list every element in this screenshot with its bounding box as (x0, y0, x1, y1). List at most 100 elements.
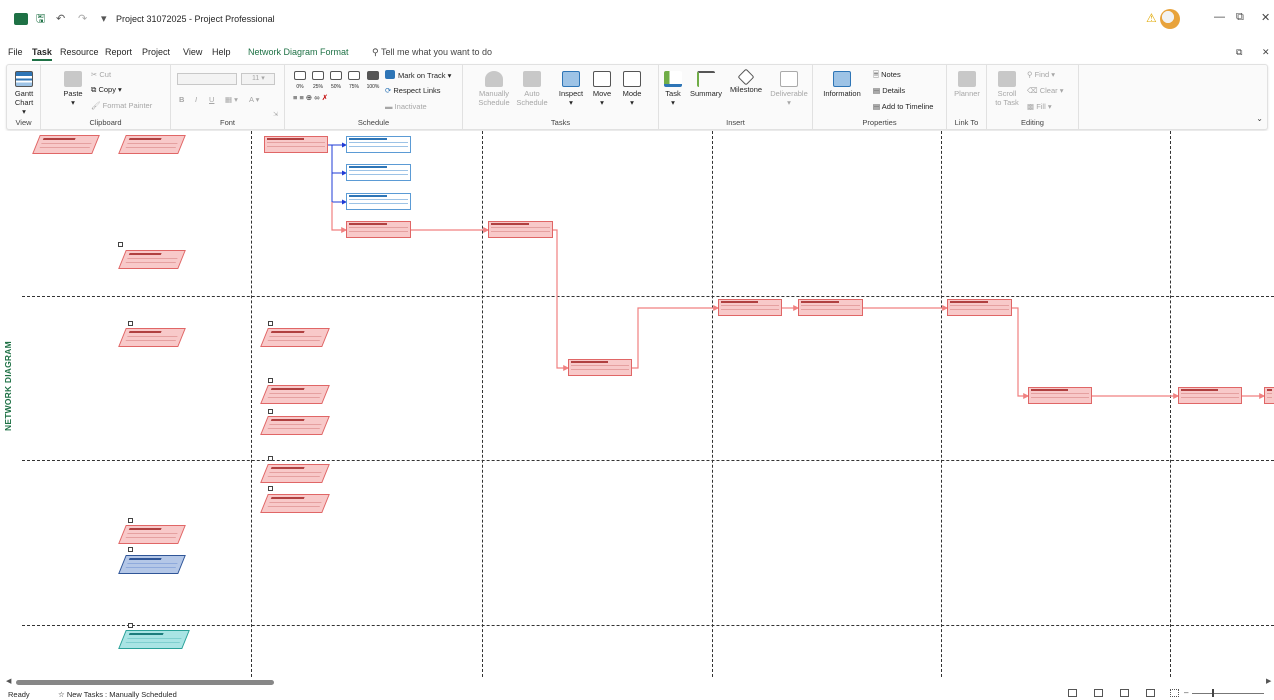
scroll-right-icon[interactable]: ▶ (1266, 677, 1271, 685)
collapse-toggle-icon[interactable] (118, 242, 123, 247)
redo-icon[interactable]: ↷ (78, 12, 87, 26)
mark-on-track-button[interactable]: Mark on Track ▾ (385, 70, 451, 80)
collapse-toggle-icon[interactable] (128, 518, 133, 523)
horizontal-scrollbar[interactable]: ◀ ▶ (0, 677, 1274, 687)
avatar[interactable] (1160, 9, 1180, 29)
undo-icon[interactable]: ↶ (56, 12, 65, 26)
warning-icon[interactable]: ⚠ (1146, 11, 1157, 25)
underline-button[interactable]: U (209, 95, 214, 104)
summary-task-node[interactable] (118, 328, 186, 347)
indent-icon[interactable]: ≡ ≡ ⊕ ∞ ✗ (293, 93, 328, 102)
summary-task-node[interactable] (118, 135, 186, 154)
details-button[interactable]: ▤ Details (873, 86, 905, 95)
critical-task-node[interactable] (798, 299, 863, 316)
information-button[interactable]: Information (819, 71, 865, 98)
resource-view-shortcut-icon[interactable] (1146, 689, 1155, 697)
percent-25-button[interactable]: 25% (311, 71, 325, 92)
find-button[interactable]: ⚲ Find ▾ (1027, 70, 1055, 79)
tab-help[interactable]: Help (212, 47, 231, 57)
summary-task-node[interactable] (260, 494, 330, 513)
minimize-button[interactable]: — (1214, 11, 1225, 23)
scrollbar-thumb[interactable] (16, 680, 274, 685)
insert-deliverable-button[interactable]: Deliverable ▾ (767, 71, 811, 107)
respect-links-button[interactable]: ⟳ Respect Links (385, 86, 441, 95)
summary-task-node-selected[interactable] (118, 555, 186, 574)
bold-button[interactable]: B (179, 95, 184, 104)
italic-button[interactable]: I (195, 95, 197, 104)
collapse-toggle-icon[interactable] (268, 321, 273, 326)
zoom-out-icon[interactable]: – (1184, 688, 1188, 697)
gantt-chart-button[interactable]: Gantt Chart ▾ (13, 71, 35, 116)
manually-schedule-button[interactable]: Manually Schedule (477, 71, 511, 107)
collapse-toggle-icon[interactable] (128, 321, 133, 326)
collapse-toggle-icon[interactable] (128, 547, 133, 552)
percent-100-button[interactable]: 100% (365, 71, 381, 92)
insert-summary-button[interactable]: Summary (687, 71, 725, 98)
copy-button[interactable]: ⧉ Copy ▾ (91, 85, 122, 94)
report-view-shortcut-icon[interactable] (1170, 689, 1179, 697)
gantt-view-shortcut-icon[interactable] (1068, 689, 1077, 697)
clear-button[interactable]: ⌫ Clear ▾ (1027, 86, 1064, 95)
collapse-toggle-icon[interactable] (268, 456, 273, 461)
auto-schedule-button[interactable]: Auto Schedule (515, 71, 549, 107)
critical-task-node[interactable] (346, 221, 411, 238)
cut-button[interactable]: ✂ Cut (91, 70, 111, 79)
collapse-toggle-icon[interactable] (268, 409, 273, 414)
task-node[interactable] (346, 164, 411, 181)
close-button[interactable]: ✕ (1261, 11, 1270, 24)
critical-task-node[interactable] (718, 299, 782, 316)
font-family-select[interactable] (177, 73, 237, 85)
task-usage-view-shortcut-icon[interactable] (1094, 689, 1103, 697)
collapse-toggle-icon[interactable] (128, 623, 133, 628)
tell-me-search[interactable]: ⚲ Tell me what you want to do (372, 47, 492, 58)
customize-quick-access-icon[interactable]: ▾ (101, 12, 107, 26)
inspect-button[interactable]: Inspect ▾ (557, 71, 585, 107)
zoom-slider-thumb[interactable] (1212, 689, 1214, 697)
paste-button[interactable]: Paste ▾ (61, 71, 85, 107)
save-icon[interactable]: 🖫 (36, 12, 45, 26)
task-node[interactable] (346, 193, 411, 210)
app-icon[interactable] (14, 13, 28, 25)
critical-task-node[interactable] (488, 221, 553, 238)
insert-milestone-button[interactable]: Milestone (727, 68, 765, 94)
new-tasks-mode-button[interactable]: ☆ New Tasks : Manually Scheduled (58, 690, 177, 699)
restore-button[interactable]: ⧉ (1236, 11, 1244, 24)
task-node[interactable] (264, 136, 328, 153)
tab-network-diagram-format[interactable]: Network Diagram Format (248, 47, 349, 57)
summary-task-node[interactable] (118, 525, 186, 544)
scroll-to-task-button[interactable]: Scroll to Task (993, 71, 1021, 107)
network-view-shortcut-icon[interactable] (1120, 689, 1129, 697)
inactivate-button[interactable]: ▬ Inactivate (385, 102, 427, 111)
mode-button[interactable]: Mode ▾ (619, 71, 645, 107)
scroll-left-icon[interactable]: ◀ (6, 677, 11, 685)
project-summary-node[interactable] (118, 630, 190, 649)
network-diagram-canvas[interactable]: NETWORK DIAGRAM (0, 131, 1274, 677)
percent-75-button[interactable]: 75% (347, 71, 361, 92)
critical-task-node[interactable] (1178, 387, 1242, 404)
tab-task[interactable]: Task (32, 47, 52, 61)
tab-report[interactable]: Report (105, 47, 132, 57)
percent-50-button[interactable]: 50% (329, 71, 343, 92)
task-node[interactable] (346, 136, 411, 153)
tab-file[interactable]: File (8, 47, 23, 57)
add-to-timeline-button[interactable]: ▤ Add to Timeline (873, 102, 933, 111)
highlight-color-icon[interactable]: ▦ ▾ (225, 95, 238, 104)
summary-task-node[interactable] (260, 385, 330, 404)
collapse-ribbon-icon[interactable]: ⌄ (1256, 114, 1263, 123)
collapse-toggle-icon[interactable] (268, 486, 273, 491)
summary-task-node[interactable] (32, 135, 100, 154)
close-window-icon[interactable]: ✕ (1262, 47, 1270, 58)
ribbon-display-icon[interactable]: ⧉ (1236, 47, 1242, 58)
font-size-select[interactable]: 11 ▾ (241, 73, 275, 85)
fill-button[interactable]: ▩ Fill ▾ (1027, 102, 1052, 111)
summary-task-node[interactable] (260, 328, 330, 347)
zoom-slider[interactable] (1192, 693, 1264, 694)
insert-task-button[interactable]: Task ▾ (663, 71, 683, 107)
tab-resource[interactable]: Resource (60, 47, 99, 57)
collapse-toggle-icon[interactable] (268, 378, 273, 383)
tab-project[interactable]: Project (142, 47, 170, 57)
summary-task-node[interactable] (118, 250, 186, 269)
critical-task-node[interactable] (1264, 387, 1274, 404)
notes-button[interactable]: 🗏 Notes (873, 70, 901, 79)
font-color-icon[interactable]: A ▾ (249, 95, 259, 104)
